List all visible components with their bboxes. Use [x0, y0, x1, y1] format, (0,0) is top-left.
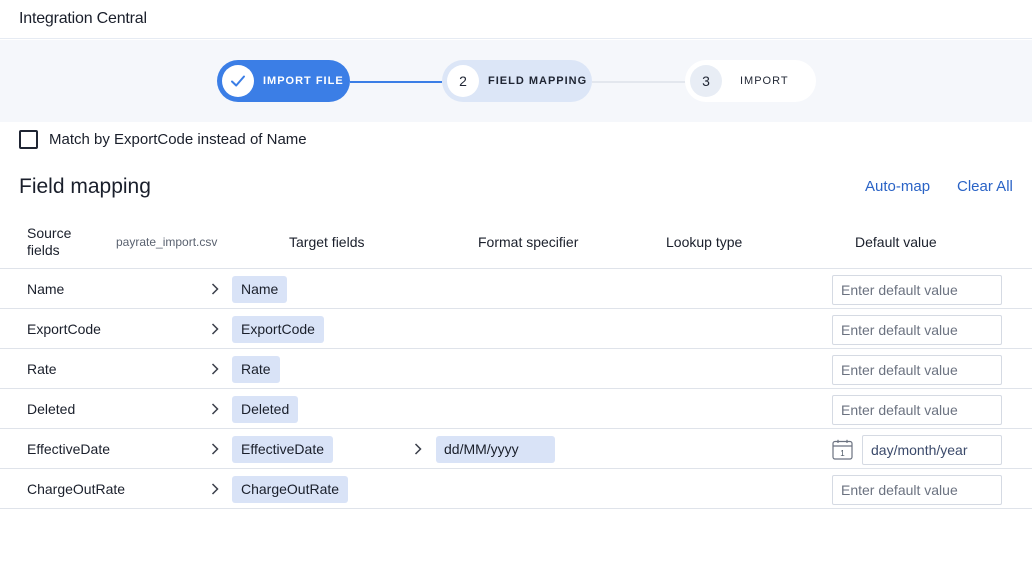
match-by-exportcode-label[interactable]: Match by ExportCode instead of Name	[49, 131, 307, 148]
source-file-name: payrate_import.csv	[116, 235, 218, 249]
step-connector-pending	[592, 81, 685, 83]
chevron-right-icon[interactable]	[208, 359, 222, 379]
source-field: Rate	[27, 361, 57, 377]
target-field-chip[interactable]: Rate	[232, 356, 280, 383]
source-field: Name	[27, 281, 65, 297]
table-row: ExportCode ExportCode	[0, 309, 1032, 349]
table-row: Name Name	[0, 269, 1032, 309]
column-header-target: Target fields	[289, 234, 365, 250]
app-title: Integration Central	[19, 10, 147, 27]
target-field-chip[interactable]: EffectiveDate	[232, 436, 334, 463]
chevron-right-icon[interactable]	[208, 479, 222, 499]
chevron-right-icon[interactable]	[411, 439, 425, 459]
default-value-input[interactable]	[832, 395, 1002, 425]
table-row: ChargeOutRate ChargeOutRate	[0, 469, 1032, 509]
match-by-exportcode-option: Match by ExportCode instead of Name	[19, 130, 307, 149]
step-number: 2	[447, 65, 479, 97]
step-import-file[interactable]: IMPORT FILE	[217, 60, 350, 102]
column-header-default: Default value	[855, 234, 937, 250]
step-import[interactable]: 3 IMPORT	[685, 60, 816, 102]
target-field-chip[interactable]: Name	[232, 276, 288, 303]
default-value-input[interactable]	[832, 275, 1002, 305]
source-field: ChargeOutRate	[27, 481, 126, 497]
format-specifier-chip[interactable]: dd/MM/yyyy	[436, 436, 555, 463]
source-field: Deleted	[27, 401, 76, 417]
chevron-right-icon[interactable]	[208, 279, 222, 299]
step-label: IMPORT	[740, 75, 789, 87]
chevron-right-icon[interactable]	[208, 399, 222, 419]
step-field-mapping[interactable]: 2 FIELD MAPPING	[442, 60, 592, 102]
table-row: Deleted Deleted	[0, 389, 1032, 429]
target-field-chip[interactable]: ChargeOutRate	[232, 476, 349, 503]
default-date-input[interactable]: day/month/year	[862, 435, 1002, 465]
target-field-chip[interactable]: Deleted	[232, 396, 299, 423]
check-icon	[222, 65, 254, 97]
calendar-day-number: 1	[840, 449, 845, 458]
section-title: Field mapping	[19, 175, 151, 198]
chevron-right-icon[interactable]	[208, 439, 222, 459]
column-header-lookup: Lookup type	[666, 234, 743, 250]
table-row: EffectiveDate EffectiveDate dd/MM/yyyy 1…	[0, 429, 1032, 469]
column-header-source: Source fields	[27, 225, 79, 259]
column-header-format: Format specifier	[478, 234, 579, 250]
target-field-chip[interactable]: ExportCode	[232, 316, 324, 343]
app-header: Integration Central	[0, 0, 1032, 39]
step-label: IMPORT FILE	[263, 75, 344, 87]
step-connector-done	[350, 81, 442, 83]
chevron-right-icon[interactable]	[208, 319, 222, 339]
source-field: EffectiveDate	[27, 441, 111, 457]
default-value-input[interactable]	[832, 315, 1002, 345]
default-value-input[interactable]	[832, 475, 1002, 505]
import-stepper: IMPORT FILE 2 FIELD MAPPING 3 IMPORT	[0, 40, 1032, 122]
auto-map-button[interactable]: Auto-map	[865, 178, 930, 195]
table-row: Rate Rate	[0, 349, 1032, 389]
clear-all-button[interactable]: Clear All	[957, 178, 1013, 195]
default-value-input[interactable]	[832, 355, 1002, 385]
step-number: 3	[690, 65, 722, 97]
source-field: ExportCode	[27, 321, 101, 337]
match-by-exportcode-checkbox[interactable]	[19, 130, 38, 149]
column-header-source-text: Source fields	[27, 225, 72, 258]
calendar-icon[interactable]: 1	[832, 439, 853, 460]
step-label: FIELD MAPPING	[488, 75, 588, 87]
